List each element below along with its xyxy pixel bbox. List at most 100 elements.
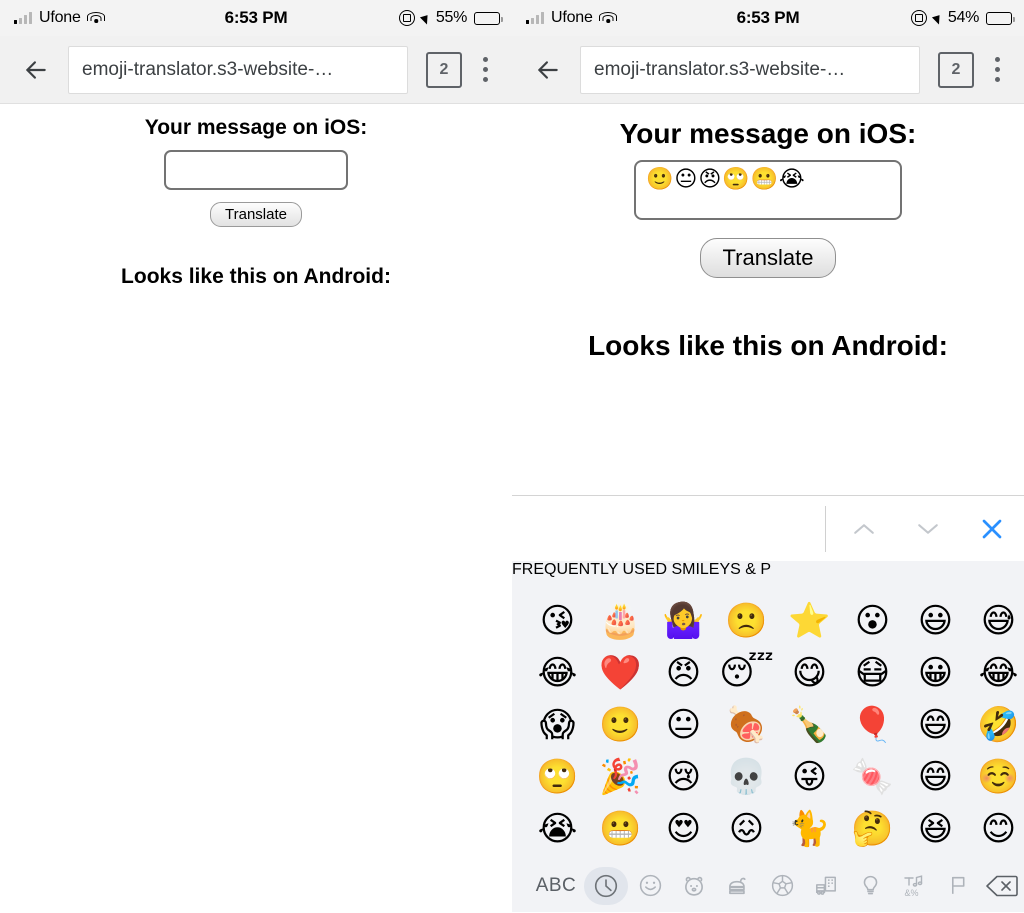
battery-icon — [986, 11, 1015, 25]
emoji-key[interactable]: 😍 — [652, 812, 715, 846]
tab-counter-button[interactable]: 2 — [426, 51, 462, 88]
emoji-key[interactable]: 🎉 — [589, 760, 652, 794]
emoji-key[interactable]: 🤔 — [841, 812, 904, 846]
emoji-key[interactable]: ☺️ — [967, 760, 1024, 794]
emoji-key[interactable]: 🎈 — [841, 708, 904, 742]
left-phone-panel: Ufone 6:53 PM 55% emoji-translator.s3-we… — [0, 0, 512, 913]
emoji-grid: 😘 🎂 🤷‍♀️ 🙁 ⭐ 😮 😃 😅 😂 ❤️ 😠 😴 😋 😷 — [512, 595, 1024, 859]
message-input[interactable]: 🙂😐😠🙄😬😭 — [634, 160, 902, 220]
emoji-key[interactable]: 😅 — [967, 604, 1024, 638]
emoji-key[interactable]: 😖 — [715, 812, 778, 846]
back-arrow-icon[interactable] — [522, 44, 574, 96]
symbols-icon[interactable]: &% — [892, 867, 936, 905]
animals-icon[interactable] — [672, 867, 716, 905]
svg-text:&%: &% — [905, 888, 919, 898]
food-icon[interactable] — [716, 867, 760, 905]
tab-counter-button[interactable]: 2 — [938, 51, 974, 88]
emoji-key[interactable]: 😮 — [841, 604, 904, 638]
chevron-up-icon[interactable] — [832, 503, 896, 555]
emoji-key[interactable]: 🙂 — [589, 708, 652, 742]
emoji-key[interactable]: 😊 — [967, 812, 1024, 846]
emoji-key[interactable]: 🤣 — [967, 708, 1024, 742]
status-right-group: 55% — [398, 9, 503, 27]
chevron-down-icon[interactable] — [896, 503, 960, 555]
battery-icon — [474, 11, 503, 25]
page-title-android: Looks like this on Android: — [588, 330, 948, 361]
emoji-key[interactable]: 😜 — [778, 760, 841, 794]
keyboard-accessory-bar — [512, 495, 1024, 561]
rotation-lock-icon — [398, 10, 415, 26]
emoji-key[interactable]: 😷 — [841, 656, 904, 690]
url-bar[interactable]: emoji-translator.s3-website-… — [68, 45, 408, 94]
emoji-key[interactable]: 🍬 — [841, 760, 904, 794]
emoji-row: 😭 😬 😍 😖 🐈 🤔 😆 😊 — [512, 803, 1024, 855]
emoji-key[interactable]: 😄 — [904, 708, 967, 742]
status-bar-right: Ufone 6:53 PM 54% — [512, 0, 1024, 36]
emoji-key[interactable]: 😀 — [904, 656, 967, 690]
emoji-key[interactable]: ❤️ — [589, 656, 652, 690]
emoji-key[interactable]: 😢 — [652, 760, 715, 794]
battery-percent: 55% — [435, 9, 467, 26]
accessory-divider — [825, 505, 826, 552]
kebab-menu-icon[interactable] — [984, 52, 1010, 88]
url-bar[interactable]: emoji-translator.s3-website-… — [580, 45, 920, 94]
emoji-row: 😱 🙂 😐 🍖 🍾 🎈 😄 🤣 — [512, 699, 1024, 751]
emoji-key[interactable]: 😘 — [526, 604, 589, 638]
right-phone-panel: Ufone 6:53 PM 54% emoji-translator.s3-we… — [512, 0, 1024, 913]
backspace-icon[interactable] — [980, 867, 1024, 905]
page-title-ios: Your message on iOS: — [144, 116, 368, 139]
page-content-left: Your message on iOS: Translate Looks lik… — [0, 104, 512, 289]
emoji-key[interactable]: 💀 — [715, 760, 778, 794]
page-title-ios: Your message on iOS: — [619, 118, 917, 149]
close-x-icon[interactable] — [960, 503, 1024, 555]
emoji-key[interactable]: 😃 — [904, 604, 967, 638]
emoji-key[interactable]: 😭 — [526, 812, 589, 846]
clock-recent-icon[interactable] — [584, 866, 628, 905]
flag-icon[interactable] — [936, 867, 980, 905]
battery-percent: 54% — [947, 9, 979, 26]
smiley-icon[interactable] — [628, 867, 672, 905]
emoji-key[interactable]: 🙄 — [526, 760, 589, 794]
emoji-key[interactable]: 😐 — [652, 708, 715, 742]
back-arrow-icon[interactable] — [10, 44, 62, 96]
keyboard-category-headers: FREQUENTLY USED SMILEYS & P — [512, 561, 1024, 595]
dual-phone-screenshot: Ufone 6:53 PM 55% emoji-translator.s3-we… — [0, 0, 1024, 913]
page-content-right: Your message on iOS: 🙂😐😠🙄😬😭 Translate Lo… — [512, 104, 1024, 362]
emoji-key[interactable]: 😋 — [778, 656, 841, 690]
browser-toolbar-right: emoji-translator.s3-website-… 2 — [512, 36, 1024, 104]
emoji-key[interactable]: 😆 — [904, 812, 967, 846]
page-title-android: Looks like this on Android: — [121, 265, 391, 288]
emoji-row: 😂 ❤️ 😠 😴 😋 😷 😀 😂 — [512, 647, 1024, 699]
location-arrow-icon — [931, 11, 943, 25]
emoji-key[interactable]: 🤷‍♀️ — [652, 604, 715, 638]
emoji-key[interactable]: 🙁 — [715, 604, 778, 638]
emoji-key[interactable]: 😱 — [526, 708, 589, 742]
rotation-lock-icon — [910, 10, 927, 26]
emoji-key[interactable]: 😬 — [589, 812, 652, 846]
emoji-key[interactable]: 😄 — [904, 760, 967, 794]
emoji-key[interactable]: 🍖 — [715, 708, 778, 742]
emoji-row: 🙄 🎉 😢 💀 😜 🍬 😄 ☺️ — [512, 751, 1024, 803]
emoji-key[interactable]: ⭐ — [778, 604, 841, 638]
emoji-key[interactable]: 😂 — [526, 656, 589, 690]
emoji-key[interactable]: 😠 — [652, 656, 715, 690]
abc-key[interactable]: ABC — [528, 867, 584, 905]
emoji-key[interactable]: 😴 — [715, 656, 778, 690]
category-label-smileys: SMILEYS & P — [671, 561, 772, 578]
emoji-key[interactable]: 🍾 — [778, 708, 841, 742]
message-input[interactable] — [164, 150, 348, 190]
category-label-frequently-used: FREQUENTLY USED — [512, 561, 667, 578]
emoji-key[interactable]: 🎂 — [589, 604, 652, 638]
emoji-row: 😘 🎂 🤷‍♀️ 🙁 ⭐ 😮 😃 😅 — [512, 595, 1024, 647]
emoji-key[interactable]: 😂 — [967, 656, 1024, 690]
location-arrow-icon — [419, 11, 431, 25]
emoji-key[interactable]: 🐈 — [778, 812, 841, 846]
travel-icon[interactable] — [804, 867, 848, 905]
browser-toolbar-left: emoji-translator.s3-website-… 2 — [0, 36, 512, 104]
kebab-menu-icon[interactable] — [472, 52, 498, 88]
keyboard-category-bar: ABC &% — [512, 859, 1024, 912]
objects-lightbulb-icon[interactable] — [848, 867, 892, 905]
sports-icon[interactable] — [760, 867, 804, 905]
translate-button[interactable]: Translate — [699, 238, 837, 278]
translate-button[interactable]: Translate — [210, 202, 302, 227]
